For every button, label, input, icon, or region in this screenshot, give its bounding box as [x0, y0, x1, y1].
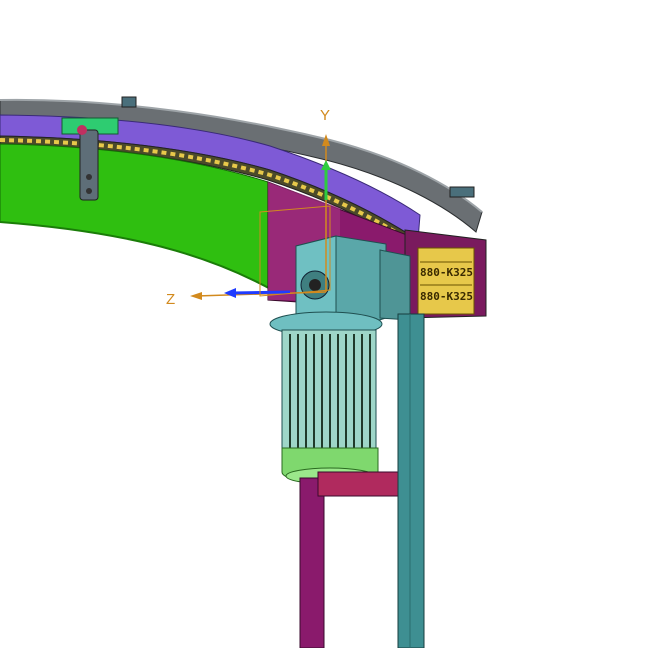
y-axis-label: Y — [320, 107, 331, 124]
gearbox-flange — [379, 249, 411, 321]
rail-clamp — [121, 96, 137, 108]
z-axis-blue — [231, 290, 291, 295]
z-axis-label: Z — [166, 291, 176, 308]
gearbox-shaft-center — [309, 279, 321, 291]
z-axis-blue-arrow — [224, 288, 236, 298]
bracket-bolt — [86, 174, 92, 180]
support-crossbar — [317, 471, 405, 497]
cad-viewport[interactable]: 880-K325 880-K325 Y Z — [0, 0, 652, 648]
rail-clamp — [449, 186, 475, 198]
chain-label-panel — [417, 247, 475, 315]
chain-label-2: 880-K325 — [420, 290, 473, 303]
z-axis-arrow — [190, 292, 202, 300]
support-leg-left — [299, 477, 325, 648]
conveyor-model: 880-K325 880-K325 — [0, 96, 487, 648]
chain-label-1: 880-K325 — [420, 266, 473, 279]
bracket-knob — [77, 125, 87, 135]
support-leg-right — [397, 313, 425, 648]
bracket-bolt — [86, 188, 92, 194]
